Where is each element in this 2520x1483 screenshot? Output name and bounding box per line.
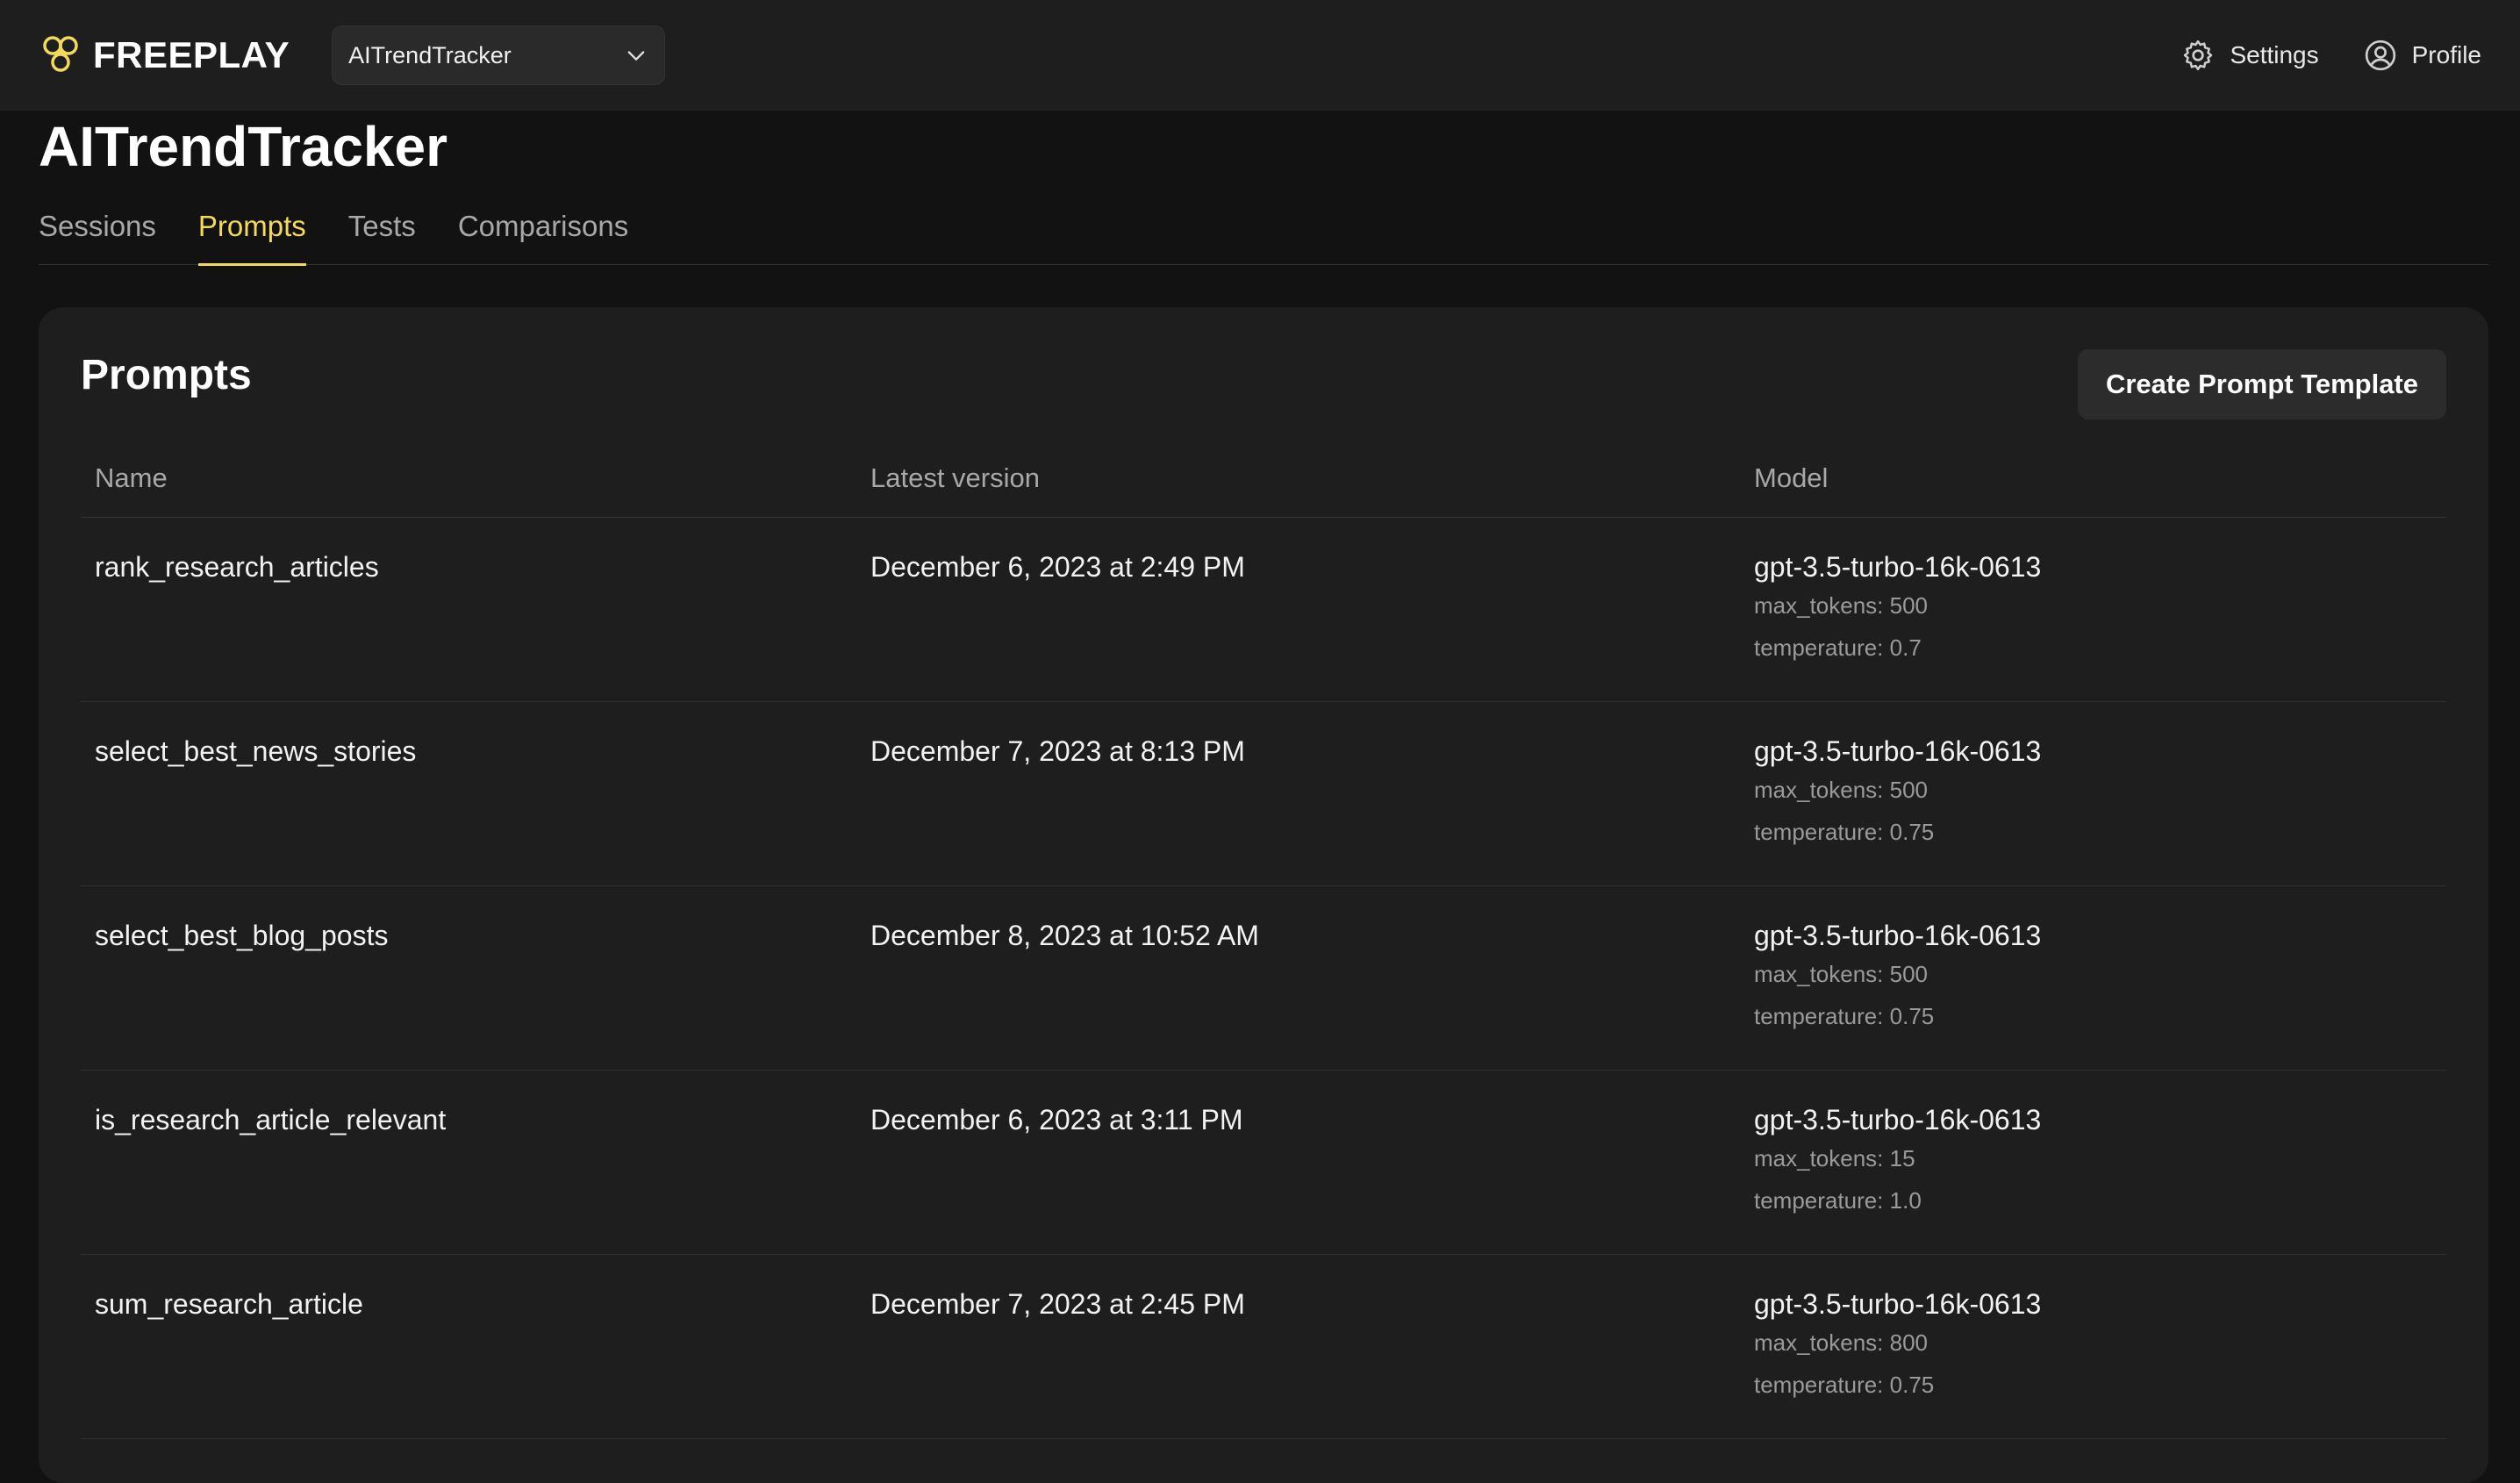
topbar-actions: Settings Profile	[2180, 38, 2481, 73]
freeplay-logo-icon	[43, 36, 78, 72]
project-selector-value: AITrendTracker	[348, 41, 512, 68]
model-temperature: temperature: 0.7	[1754, 634, 1922, 661]
prompt-latest-version: December 7, 2023 at 8:13 PM	[870, 735, 1245, 767]
prompt-latest-version: December 7, 2023 at 2:45 PM	[870, 1288, 1245, 1320]
prompt-model-cell: gpt-3.5-turbo-16k-0613 max_tokens: 500 t…	[1754, 918, 2446, 1070]
chevron-down-icon	[627, 51, 645, 61]
create-prompt-template-button[interactable]: Create Prompt Template	[2077, 349, 2446, 419]
column-header-name[interactable]: Name	[81, 462, 870, 494]
prompt-model-cell: gpt-3.5-turbo-16k-0613 max_tokens: 500 t…	[1754, 549, 2446, 701]
table-row[interactable]: sum_research_article December 7, 2023 at…	[81, 1255, 2446, 1439]
table-row[interactable]: select_best_blog_posts December 8, 2023 …	[81, 886, 2446, 1071]
freeplay-logo[interactable]: FREEPLAY	[39, 33, 290, 77]
prompt-latest-version: December 8, 2023 at 10:52 AM	[870, 920, 1259, 951]
prompt-latest-version: December 6, 2023 at 3:11 PM	[870, 1104, 1243, 1136]
prompts-table: Name Latest version Model rank_research_…	[81, 439, 2446, 1439]
profile-label: Profile	[2411, 41, 2481, 68]
tab-prompts[interactable]: Prompts	[197, 200, 306, 266]
table-header: Name Latest version Model	[81, 439, 2446, 518]
prompt-name[interactable]: select_best_news_stories	[81, 734, 870, 885]
user-circle-icon	[2365, 39, 2395, 71]
model-name: gpt-3.5-turbo-16k-0613	[1754, 1104, 2042, 1136]
model-temperature: temperature: 0.75	[1754, 1003, 1935, 1029]
model-max-tokens: max_tokens: 500	[1754, 592, 1929, 619]
column-header-model[interactable]: Model	[1754, 462, 2446, 494]
tab-sessions[interactable]: Sessions	[39, 200, 156, 265]
top-navigation-bar: FREEPLAY AITrendTracker Settings Profile	[0, 0, 2520, 111]
prompt-name[interactable]: is_research_article_relevant	[81, 1102, 870, 1254]
model-name: gpt-3.5-turbo-16k-0613	[1754, 920, 2042, 951]
project-selector-dropdown[interactable]: AITrendTracker	[332, 25, 666, 85]
prompt-model-cell: gpt-3.5-turbo-16k-0613 max_tokens: 15 te…	[1754, 1102, 2446, 1254]
table-row[interactable]: is_research_article_relevant December 6,…	[81, 1071, 2446, 1255]
tab-comparisons[interactable]: Comparisons	[458, 200, 628, 265]
brand-name: FREEPLAY	[93, 34, 290, 75]
model-name: gpt-3.5-turbo-16k-0613	[1754, 551, 2042, 583]
model-max-tokens: max_tokens: 500	[1754, 777, 1929, 803]
model-max-tokens: max_tokens: 15	[1754, 1145, 1915, 1171]
model-temperature: temperature: 0.75	[1754, 1372, 1935, 1398]
prompt-name[interactable]: rank_research_articles	[81, 549, 870, 701]
model-name: gpt-3.5-turbo-16k-0613	[1754, 1288, 2042, 1320]
model-max-tokens: max_tokens: 800	[1754, 1329, 1929, 1356]
gear-icon	[2184, 39, 2213, 71]
prompts-heading: Prompts	[81, 352, 252, 398]
prompt-name[interactable]: sum_research_article	[81, 1286, 870, 1438]
model-temperature: temperature: 1.0	[1754, 1187, 1922, 1214]
profile-link[interactable]: Profile	[2363, 38, 2481, 73]
prompts-card: Prompts Create Prompt Template Name Late…	[39, 307, 2488, 1483]
prompt-name[interactable]: select_best_blog_posts	[81, 918, 870, 1070]
prompt-model-cell: gpt-3.5-turbo-16k-0613 max_tokens: 800 t…	[1754, 1286, 2446, 1438]
settings-label: Settings	[2230, 41, 2319, 68]
table-row[interactable]: select_best_news_stories December 7, 202…	[81, 702, 2446, 886]
model-temperature: temperature: 0.75	[1754, 819, 1935, 845]
column-header-latest-version[interactable]: Latest version	[870, 462, 1754, 494]
model-max-tokens: max_tokens: 500	[1754, 961, 1929, 987]
settings-link[interactable]: Settings	[2180, 38, 2319, 73]
tab-tests[interactable]: Tests	[348, 200, 416, 265]
prompt-model-cell: gpt-3.5-turbo-16k-0613 max_tokens: 500 t…	[1754, 734, 2446, 885]
model-name: gpt-3.5-turbo-16k-0613	[1754, 735, 2042, 767]
project-tabs: Sessions Prompts Tests Comparisons	[39, 200, 2488, 266]
prompt-latest-version: December 6, 2023 at 2:49 PM	[870, 551, 1245, 583]
table-row[interactable]: rank_research_articles December 6, 2023 …	[81, 518, 2446, 702]
page-title: AITrendTracker	[39, 115, 447, 178]
